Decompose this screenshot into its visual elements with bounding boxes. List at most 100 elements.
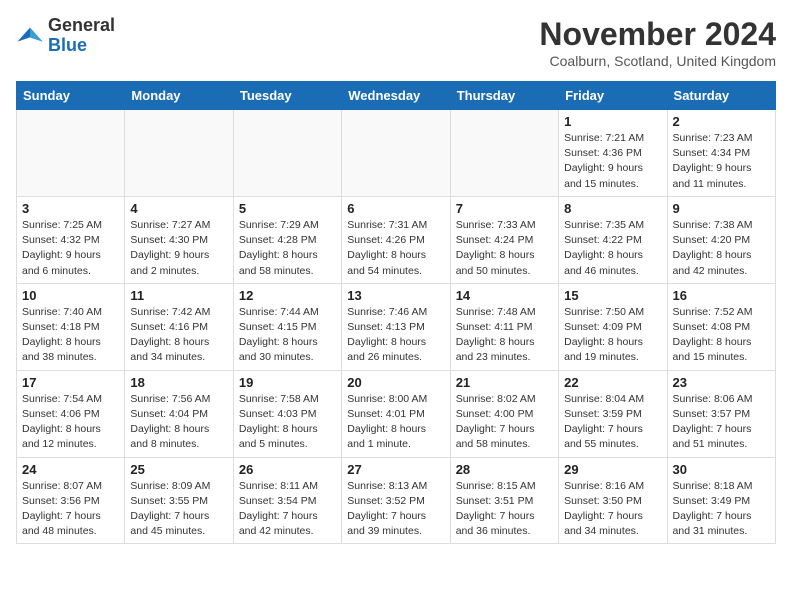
day-info: Sunrise: 7:31 AM Sunset: 4:26 PM Dayligh…: [347, 218, 444, 279]
day-info: Sunrise: 8:04 AM Sunset: 3:59 PM Dayligh…: [564, 392, 661, 453]
calendar-cell: 21 Sunrise: 8:02 AM Sunset: 4:00 PM Dayli…: [450, 370, 558, 457]
calendar-cell: 19 Sunrise: 7:58 AM Sunset: 4:03 PM Dayli…: [233, 370, 341, 457]
logo-text: General Blue: [48, 16, 115, 56]
day-number: 16: [673, 288, 770, 303]
day-number: 21: [456, 375, 553, 390]
day-number: 18: [130, 375, 227, 390]
calendar-cell: 18 Sunrise: 7:56 AM Sunset: 4:04 PM Dayli…: [125, 370, 233, 457]
day-info: Sunrise: 7:40 AM Sunset: 4:18 PM Dayligh…: [22, 305, 119, 366]
day-info: Sunrise: 7:58 AM Sunset: 4:03 PM Dayligh…: [239, 392, 336, 453]
day-info: Sunrise: 8:06 AM Sunset: 3:57 PM Dayligh…: [673, 392, 770, 453]
day-info: Sunrise: 7:27 AM Sunset: 4:30 PM Dayligh…: [130, 218, 227, 279]
day-number: 11: [130, 288, 227, 303]
day-number: 29: [564, 462, 661, 477]
title-block: November 2024 Coalburn, Scotland, United…: [539, 16, 776, 69]
calendar-cell: 10Sunrise: 7:40 AM Sunset: 4:18 PM Dayli…: [17, 283, 125, 370]
day-number: 13: [347, 288, 444, 303]
day-info: Sunrise: 7:42 AM Sunset: 4:16 PM Dayligh…: [130, 305, 227, 366]
week-row-5: 24 Sunrise: 8:07 AM Sunset: 3:56 PM Dayli…: [17, 457, 776, 544]
weekday-header-monday: Monday: [125, 82, 233, 110]
calendar-cell: 2 Sunrise: 7:23 AM Sunset: 4:34 PM Daylig…: [667, 110, 775, 197]
weekday-header-thursday: Thursday: [450, 82, 558, 110]
calendar-cell: 6Sunrise: 7:31 AM Sunset: 4:26 PM Daylig…: [342, 196, 450, 283]
day-info: Sunrise: 7:52 AM Sunset: 4:08 PM Dayligh…: [673, 305, 770, 366]
day-number: 7: [456, 201, 553, 216]
day-info: Sunrise: 7:21 AM Sunset: 4:36 PM Dayligh…: [564, 131, 661, 192]
day-info: Sunrise: 8:13 AM Sunset: 3:52 PM Dayligh…: [347, 479, 444, 540]
logo: General Blue: [16, 16, 115, 56]
week-row-2: 3 Sunrise: 7:25 AM Sunset: 4:32 PM Daylig…: [17, 196, 776, 283]
weekday-header-saturday: Saturday: [667, 82, 775, 110]
day-number: 20: [347, 375, 444, 390]
day-number: 12: [239, 288, 336, 303]
calendar-cell: 4 Sunrise: 7:27 AM Sunset: 4:30 PM Daylig…: [125, 196, 233, 283]
day-number: 3: [22, 201, 119, 216]
day-info: Sunrise: 7:29 AM Sunset: 4:28 PM Dayligh…: [239, 218, 336, 279]
calendar-cell: 14Sunrise: 7:48 AM Sunset: 4:11 PM Dayli…: [450, 283, 558, 370]
calendar-cell: 13 Sunrise: 7:46 AM Sunset: 4:13 PM Dayli…: [342, 283, 450, 370]
calendar-cell: 7 Sunrise: 7:33 AM Sunset: 4:24 PM Daylig…: [450, 196, 558, 283]
day-number: 25: [130, 462, 227, 477]
calendar-cell: 17 Sunrise: 7:54 AM Sunset: 4:06 PM Dayli…: [17, 370, 125, 457]
calendar-cell: 26 Sunrise: 8:11 AM Sunset: 3:54 PM Dayli…: [233, 457, 341, 544]
calendar-cell: 29 Sunrise: 8:16 AM Sunset: 3:50 PM Dayli…: [559, 457, 667, 544]
calendar-cell: 16 Sunrise: 7:52 AM Sunset: 4:08 PM Dayli…: [667, 283, 775, 370]
day-info: Sunrise: 8:11 AM Sunset: 3:54 PM Dayligh…: [239, 479, 336, 540]
day-number: 19: [239, 375, 336, 390]
day-info: Sunrise: 7:25 AM Sunset: 4:32 PM Dayligh…: [22, 218, 119, 279]
day-info: Sunrise: 7:50 AM Sunset: 4:09 PM Dayligh…: [564, 305, 661, 366]
day-info: Sunrise: 7:33 AM Sunset: 4:24 PM Dayligh…: [456, 218, 553, 279]
calendar-cell: 5 Sunrise: 7:29 AM Sunset: 4:28 PM Daylig…: [233, 196, 341, 283]
day-number: 1: [564, 114, 661, 129]
day-info: Sunrise: 8:15 AM Sunset: 3:51 PM Dayligh…: [456, 479, 553, 540]
calendar-cell: 1 Sunrise: 7:21 AM Sunset: 4:36 PM Daylig…: [559, 110, 667, 197]
weekday-header-wednesday: Wednesday: [342, 82, 450, 110]
week-row-3: 10Sunrise: 7:40 AM Sunset: 4:18 PM Dayli…: [17, 283, 776, 370]
day-info: Sunrise: 7:44 AM Sunset: 4:15 PM Dayligh…: [239, 305, 336, 366]
calendar-cell: [17, 110, 125, 197]
calendar-table: SundayMondayTuesdayWednesdayThursdayFrid…: [16, 81, 776, 544]
location: Coalburn, Scotland, United Kingdom: [539, 53, 776, 69]
calendar-cell: 24 Sunrise: 8:07 AM Sunset: 3:56 PM Dayli…: [17, 457, 125, 544]
calendar-cell: 20 Sunrise: 8:00 AM Sunset: 4:01 PM Dayli…: [342, 370, 450, 457]
calendar-cell: [450, 110, 558, 197]
day-number: 5: [239, 201, 336, 216]
calendar-cell: 28Sunrise: 8:15 AM Sunset: 3:51 PM Dayli…: [450, 457, 558, 544]
day-number: 17: [22, 375, 119, 390]
day-info: Sunrise: 8:00 AM Sunset: 4:01 PM Dayligh…: [347, 392, 444, 453]
calendar-cell: 9 Sunrise: 7:38 AM Sunset: 4:20 PM Daylig…: [667, 196, 775, 283]
logo-bird-icon: [16, 22, 44, 50]
day-number: 27: [347, 462, 444, 477]
day-number: 23: [673, 375, 770, 390]
day-info: Sunrise: 7:38 AM Sunset: 4:20 PM Dayligh…: [673, 218, 770, 279]
calendar-cell: 8Sunrise: 7:35 AM Sunset: 4:22 PM Daylig…: [559, 196, 667, 283]
day-number: 2: [673, 114, 770, 129]
weekday-header-row: SundayMondayTuesdayWednesdayThursdayFrid…: [17, 82, 776, 110]
calendar-cell: [342, 110, 450, 197]
day-number: 15: [564, 288, 661, 303]
day-info: Sunrise: 7:35 AM Sunset: 4:22 PM Dayligh…: [564, 218, 661, 279]
day-info: Sunrise: 7:46 AM Sunset: 4:13 PM Dayligh…: [347, 305, 444, 366]
calendar-cell: 15 Sunrise: 7:50 AM Sunset: 4:09 PM Dayli…: [559, 283, 667, 370]
calendar-cell: 30Sunrise: 8:18 AM Sunset: 3:49 PM Dayli…: [667, 457, 775, 544]
calendar-cell: 23 Sunrise: 8:06 AM Sunset: 3:57 PM Dayli…: [667, 370, 775, 457]
page-header: General Blue November 2024 Coalburn, Sco…: [16, 16, 776, 69]
day-info: Sunrise: 8:02 AM Sunset: 4:00 PM Dayligh…: [456, 392, 553, 453]
weekday-header-friday: Friday: [559, 82, 667, 110]
day-info: Sunrise: 8:16 AM Sunset: 3:50 PM Dayligh…: [564, 479, 661, 540]
day-number: 9: [673, 201, 770, 216]
day-info: Sunrise: 7:56 AM Sunset: 4:04 PM Dayligh…: [130, 392, 227, 453]
week-row-1: 1 Sunrise: 7:21 AM Sunset: 4:36 PM Daylig…: [17, 110, 776, 197]
month-title: November 2024: [539, 16, 776, 53]
calendar-cell: [125, 110, 233, 197]
calendar-cell: [233, 110, 341, 197]
day-info: Sunrise: 7:23 AM Sunset: 4:34 PM Dayligh…: [673, 131, 770, 192]
day-number: 4: [130, 201, 227, 216]
day-number: 24: [22, 462, 119, 477]
day-info: Sunrise: 7:54 AM Sunset: 4:06 PM Dayligh…: [22, 392, 119, 453]
day-number: 30: [673, 462, 770, 477]
day-info: Sunrise: 8:07 AM Sunset: 3:56 PM Dayligh…: [22, 479, 119, 540]
week-row-4: 17 Sunrise: 7:54 AM Sunset: 4:06 PM Dayli…: [17, 370, 776, 457]
day-number: 26: [239, 462, 336, 477]
day-info: Sunrise: 8:09 AM Sunset: 3:55 PM Dayligh…: [130, 479, 227, 540]
